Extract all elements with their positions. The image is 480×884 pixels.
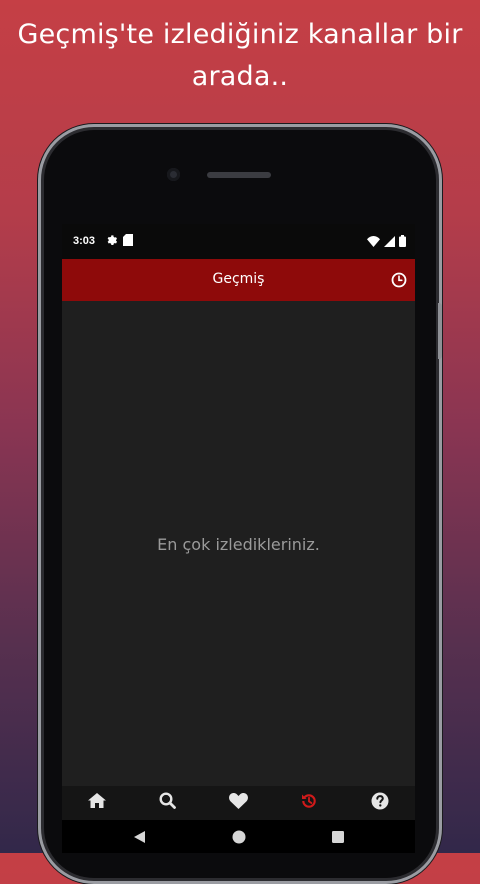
search-icon xyxy=(159,792,177,814)
earpiece-speaker xyxy=(207,172,271,178)
history-icon xyxy=(300,792,318,815)
back-button[interactable] xyxy=(132,829,148,845)
recents-button[interactable] xyxy=(330,829,346,845)
help-icon xyxy=(371,792,389,815)
clock-icon[interactable] xyxy=(391,272,407,288)
nav-favorites[interactable] xyxy=(203,786,274,820)
status-bar: 3:03 xyxy=(62,224,415,259)
signal-icon xyxy=(384,235,395,250)
status-time: 3:03 xyxy=(73,235,96,247)
nav-home[interactable] xyxy=(62,786,133,820)
phone-side-button xyxy=(438,303,442,359)
empty-state-message: En çok izledikleriniz. xyxy=(157,535,320,554)
sd-card-icon xyxy=(123,234,133,249)
nav-search[interactable] xyxy=(133,786,204,820)
nav-history[interactable] xyxy=(274,786,345,820)
heart-icon xyxy=(229,792,248,814)
promo-line-1: Geçmiş'te izlediğiniz kanallar bir xyxy=(17,19,463,50)
promo-line-2: arada.. xyxy=(191,61,289,92)
home-button[interactable] xyxy=(231,829,247,845)
front-camera xyxy=(167,168,180,181)
status-right-icons xyxy=(367,235,406,250)
gear-icon xyxy=(106,234,118,249)
home-icon xyxy=(88,793,107,813)
promo-headline: Geçmiş'te izlediğiniz kanallar bir arada… xyxy=(0,14,480,98)
wifi-icon xyxy=(367,235,380,250)
battery-icon xyxy=(399,235,406,250)
app-bar: Geçmiş xyxy=(62,259,415,301)
system-navigation-bar xyxy=(62,820,415,853)
phone-screen: 3:03 Geçmiş En çok izledikleriniz. xyxy=(62,224,415,853)
page-title: Geçmiş xyxy=(212,271,265,287)
history-content: En çok izledikleriniz. xyxy=(62,301,415,786)
status-left-icons xyxy=(106,234,133,249)
bottom-navigation xyxy=(62,786,415,820)
nav-help[interactable] xyxy=(344,786,415,820)
